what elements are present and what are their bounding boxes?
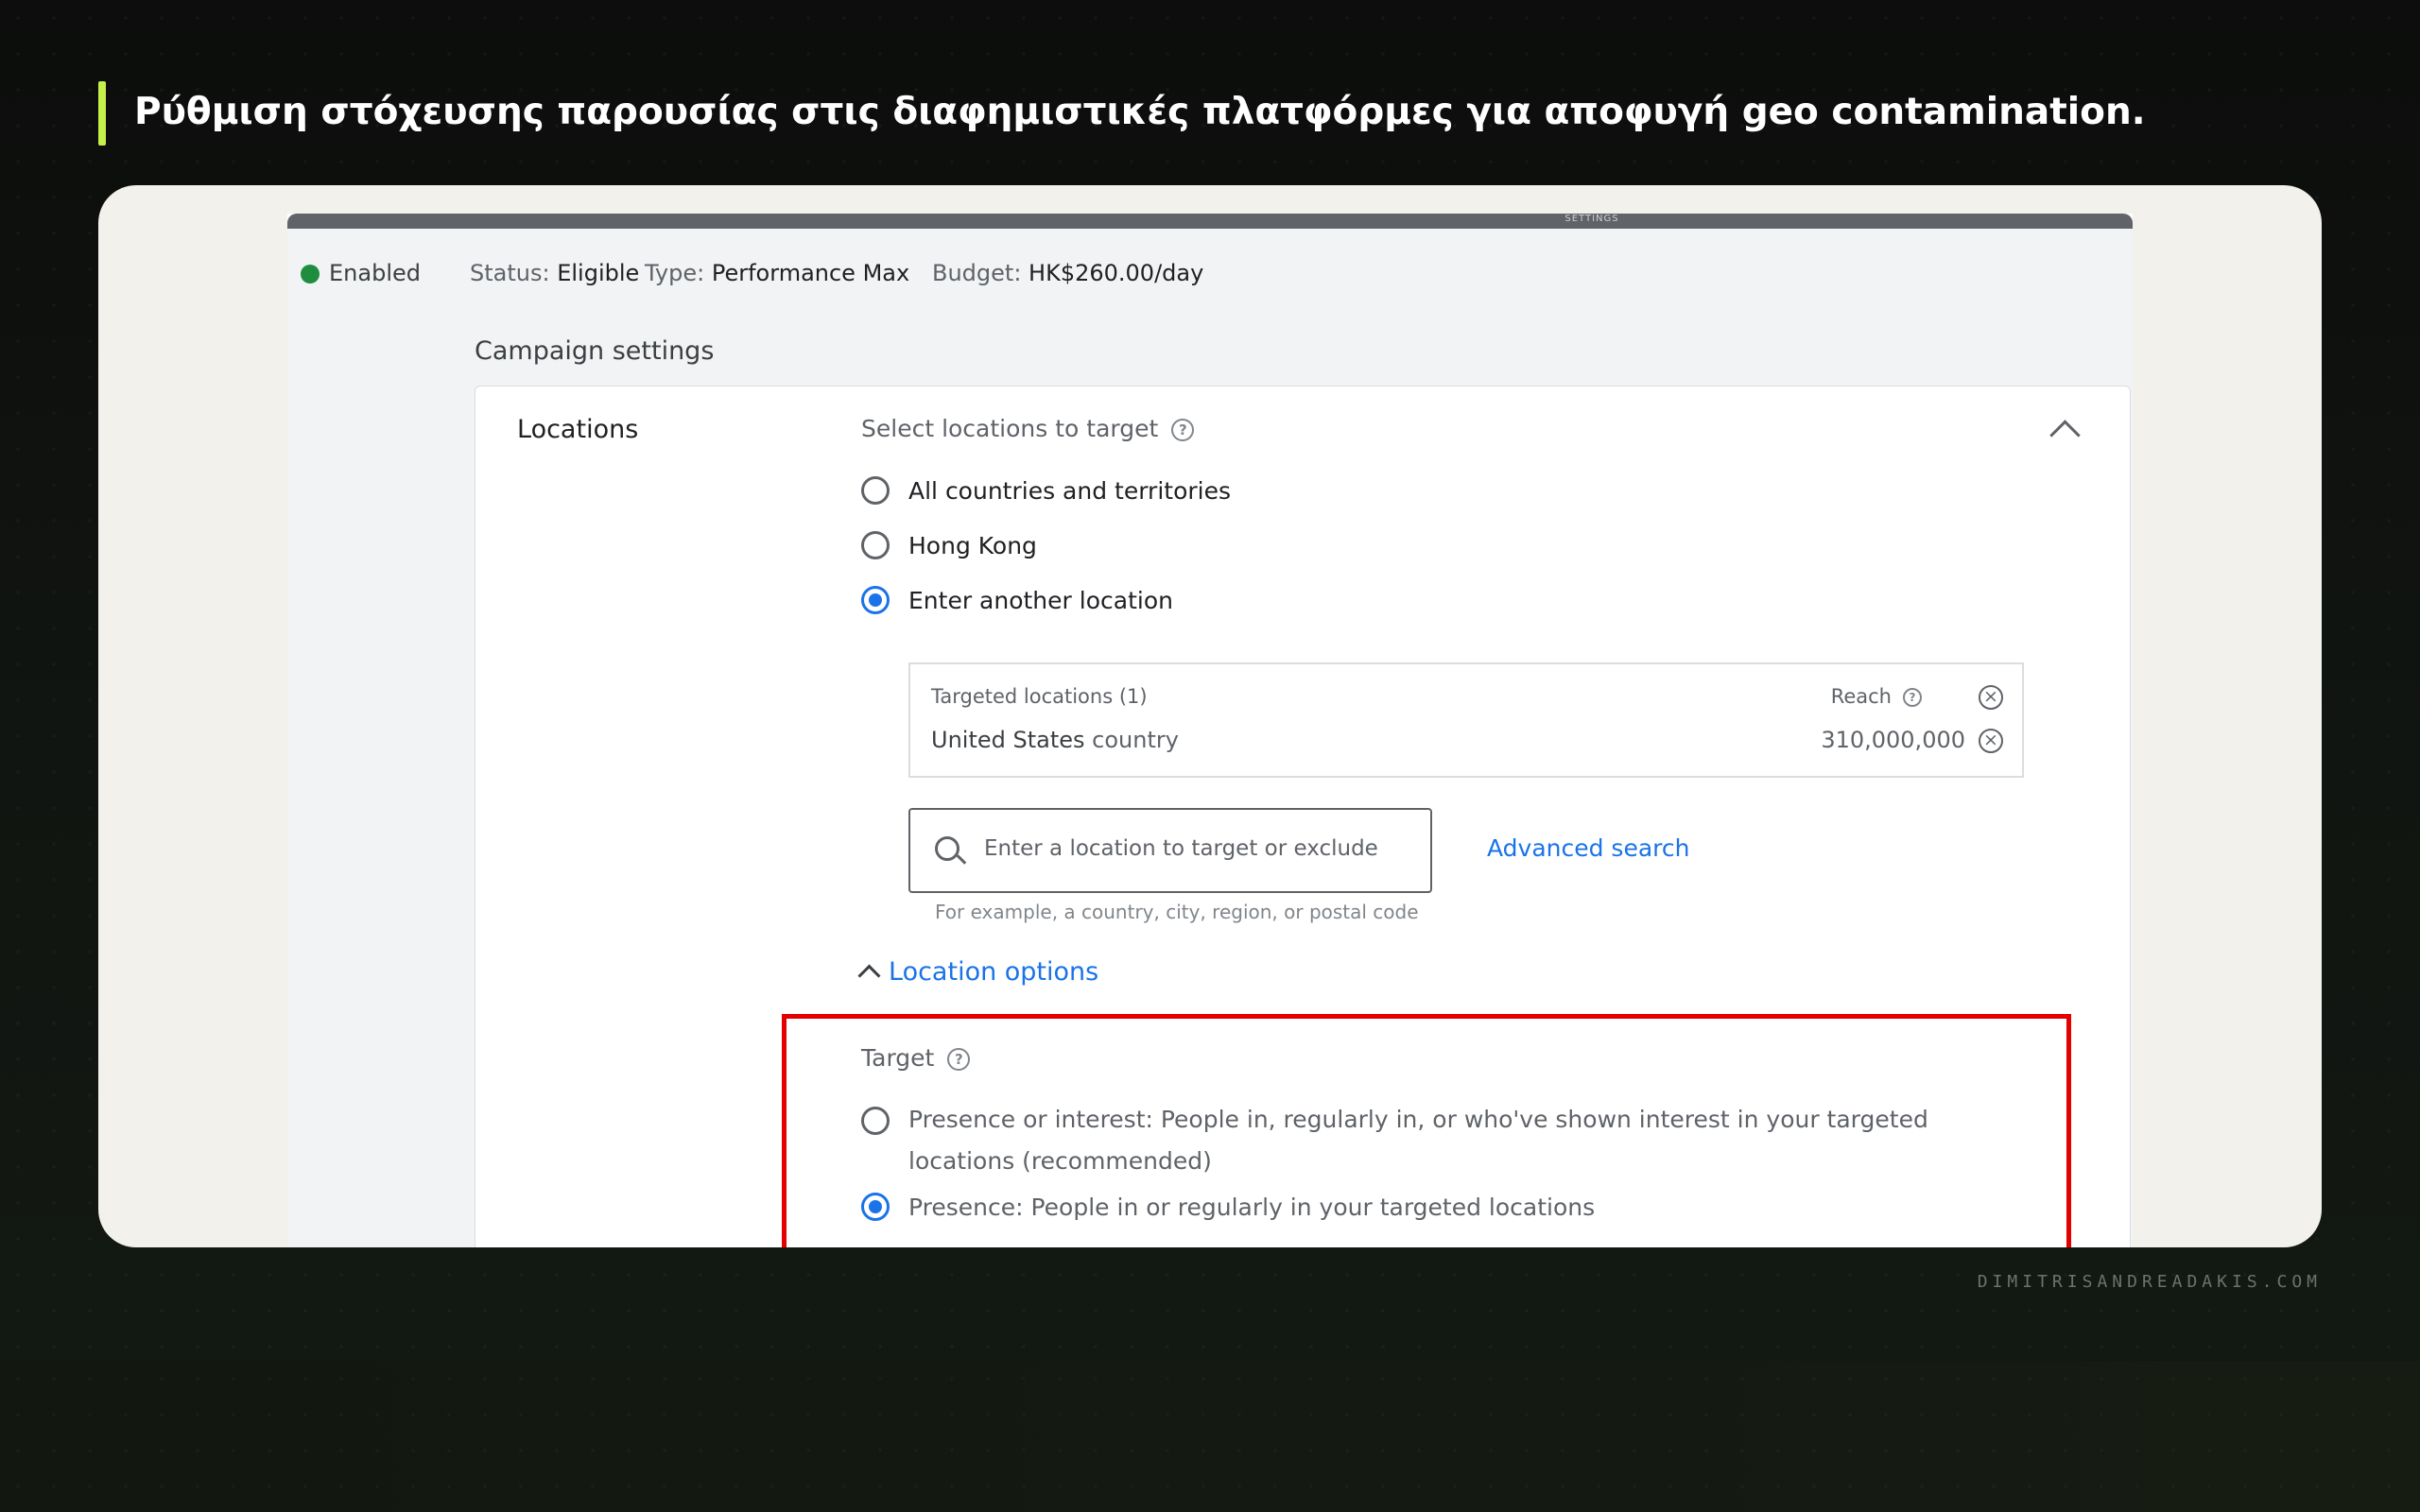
status-dot-icon [301,265,320,284]
budget-value: HK$260.00/day [1028,260,1204,286]
campaign-status-bar: Enabled Status: Eligible Type: Performan… [287,229,2133,317]
chevron-up-icon [857,964,881,988]
radio-button[interactable] [861,531,890,559]
site-watermark: DIMITRISANDREADAKIS.COM [1977,1272,2322,1292]
targeted-location-row: United States country [931,727,1179,753]
budget-label: Budget: [932,260,1022,286]
target-label-text: Target [861,1044,935,1072]
reach-header: Reach? [1831,685,1922,708]
target-help-icon[interactable]: ? [947,1048,971,1071]
select-locations-label: Select locations to target? [861,415,1195,442]
radio-presence[interactable]: Presence: People in or regularly in your… [861,1188,1595,1226]
remove-location-icon[interactable]: × [1979,729,2003,753]
radio-button[interactable] [861,476,890,505]
campaign-settings-title: Campaign settings [475,336,715,366]
country-type: country [1092,727,1179,753]
type-value: Performance Max [711,260,910,286]
search-placeholder: Enter a location to target or exclude [984,836,1378,861]
remove-all-icon[interactable]: × [1979,685,2003,710]
heading-accent-bar [98,81,106,146]
help-icon[interactable]: ? [1171,419,1195,441]
advanced-search-link[interactable]: Advanced search [1487,834,1689,862]
enabled-label: Enabled [329,260,421,286]
locations-section-label: Locations [517,415,639,444]
radio-label: Hong Kong [908,531,1037,559]
search-icon [935,836,959,861]
targeted-locations-box: Targeted locations (1) Reach? × United S… [908,662,2024,778]
reach-value: 310,000,000 [1821,727,1965,753]
campaign-budget[interactable]: Budget: HK$260.00/day [932,259,1203,287]
location-options-toggle[interactable]: Location options [856,957,1099,988]
settings-body: Campaign settings Locations Select locat… [287,316,2133,1247]
screenshot-card: SETTINGS Enabled Status: Eligible Type: … [98,185,2322,1247]
status-label: Status: [470,260,550,286]
radio-label: Enter another location [908,586,1173,614]
type-label: Type: [645,260,705,286]
reach-label: Reach [1830,685,1892,708]
radio-button[interactable] [861,1107,890,1135]
radio-button-selected[interactable] [861,1193,890,1221]
country-name: United States [931,727,1085,753]
status-value: Eligible [557,260,640,286]
collapse-chevron-up-icon[interactable] [2049,420,2081,451]
radio-presence-or-interest[interactable]: Presence or interest: People in, regular… [861,1103,1939,1182]
radio-enter-another-location[interactable]: Enter another location [861,581,1173,619]
targeted-locations-header: Targeted locations (1) [931,685,1148,708]
radio-hong-kong[interactable]: Hong Kong [861,526,1037,564]
slide-heading: Ρύθμιση στόχευσης παρουσίας στις διαφημι… [134,91,2146,133]
locations-panel: Locations Select locations to target? Al… [475,386,2131,1247]
radio-label: Presence or interest: People in, regular… [908,1106,1928,1175]
radio-label: Presence: People in or regularly in your… [908,1193,1596,1221]
radio-label: All countries and territories [908,476,1232,505]
settings-top-bar: SETTINGS [287,214,2133,229]
campaign-type: Type: Performance Max [645,259,909,287]
radio-button-selected[interactable] [861,586,890,614]
search-hint: For example, a country, city, region, or… [935,901,1419,923]
background-footer-band [0,1361,2420,1512]
eligibility-status: Status: Eligible [470,259,639,287]
reach-help-icon[interactable]: ? [1903,688,1922,707]
top-bar-label: SETTINGS [1564,214,1619,224]
google-ads-screenshot: SETTINGS Enabled Status: Eligible Type: … [287,214,2133,1247]
target-label: Target? [861,1044,971,1072]
location-options-label: Location options [889,957,1099,987]
location-search-input[interactable]: Enter a location to target or exclude [908,808,1432,893]
enabled-status[interactable]: Enabled [301,259,421,287]
select-locations-text: Select locations to target [861,415,1159,442]
radio-all-countries[interactable]: All countries and territories [861,472,1231,509]
